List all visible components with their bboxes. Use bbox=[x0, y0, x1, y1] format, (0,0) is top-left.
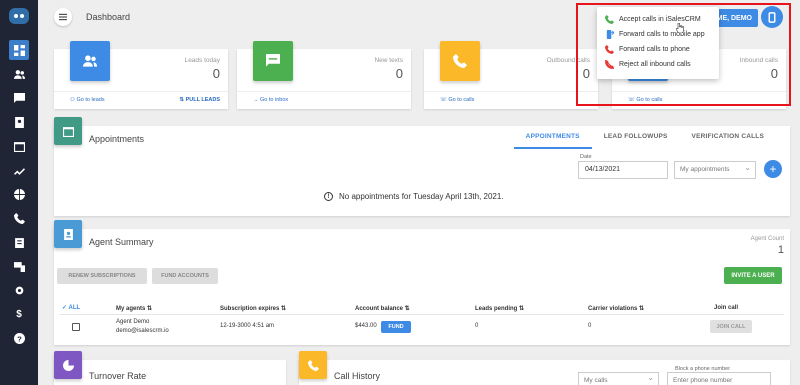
go-to-calls-label: Go to calls bbox=[448, 97, 475, 103]
agent-email: demo@isalescrm.io bbox=[116, 328, 169, 334]
tab-lead-followups[interactable]: LEAD FOLLOWUPS bbox=[592, 131, 680, 149]
column-header-label: Subscription expires bbox=[220, 306, 280, 312]
page-title: Dashboard bbox=[86, 12, 131, 22]
users-icon[interactable] bbox=[9, 64, 29, 84]
stat-label: New texts bbox=[374, 57, 403, 64]
agent-count-value: 1 bbox=[777, 244, 784, 256]
pull-leads-label: PULL LEADS bbox=[185, 97, 220, 103]
section-title: Agent Summary bbox=[89, 237, 154, 247]
column-header[interactable]: Subscription expires ⇅ bbox=[220, 305, 286, 312]
go-to-inbox-link[interactable]: → Go to inbox bbox=[253, 97, 288, 103]
stat-card-outbound: Outbound calls 0 ☏ Go to calls bbox=[424, 41, 598, 109]
go-to-leads-label: Go to leads bbox=[76, 97, 105, 103]
account-balance: $443.00 bbox=[355, 323, 377, 329]
agent-name: Agent Demo bbox=[116, 319, 150, 325]
call-filter-select[interactable]: My calls bbox=[578, 372, 659, 385]
appointment-tabs: APPOINTMENTS LEAD FOLLOWUPS VERIFICATION… bbox=[513, 131, 776, 149]
row-checkbox[interactable] bbox=[72, 323, 80, 331]
fund-button[interactable]: FUND bbox=[381, 321, 411, 333]
gear-icon[interactable] bbox=[9, 280, 29, 300]
contact-card-icon[interactable] bbox=[9, 112, 29, 132]
svg-text:?: ? bbox=[17, 334, 22, 343]
plus-icon: + bbox=[769, 162, 777, 176]
column-header-label: My agents bbox=[116, 306, 146, 312]
column-header: Join call bbox=[714, 305, 739, 311]
appointments-panel: Appointments APPOINTMENTS LEAD FOLLOWUPS… bbox=[54, 117, 790, 216]
agent-count-label: Agent Count bbox=[750, 236, 784, 242]
divider bbox=[54, 91, 228, 92]
stat-card-leads: Leads today 0 ⚇ Go to leads ⇅ PULL LEADS bbox=[54, 41, 228, 109]
stat-card-texts: New texts 0 → Go to inbox bbox=[237, 41, 411, 109]
select-all-label: ALL bbox=[68, 305, 81, 311]
carrier-violations: 0 bbox=[588, 323, 592, 329]
phone-icon[interactable] bbox=[9, 208, 29, 228]
menu-icon bbox=[59, 13, 67, 21]
stat-label: Leads today bbox=[184, 57, 220, 64]
stat-value: 0 bbox=[395, 66, 403, 81]
phone-icon bbox=[299, 351, 327, 379]
agent-card-icon bbox=[54, 220, 82, 248]
divider bbox=[60, 314, 784, 315]
chat-icon[interactable] bbox=[9, 88, 29, 108]
highlight-box bbox=[576, 3, 791, 106]
column-header[interactable]: Account balance ⇅ bbox=[355, 305, 410, 312]
section-title: Turnover Rate bbox=[89, 371, 147, 381]
empty-message: ! No appointments for Tuesday April 13th… bbox=[324, 192, 504, 201]
dollar-icon[interactable]: $ bbox=[9, 304, 29, 324]
info-icon: ! bbox=[324, 192, 333, 201]
column-header[interactable]: Leads pending ⇅ bbox=[475, 305, 524, 312]
dashboard-icon[interactable] bbox=[9, 40, 29, 60]
block-number-input[interactable] bbox=[667, 372, 771, 385]
column-header-label: Leads pending bbox=[475, 306, 518, 312]
phone-icon bbox=[440, 41, 480, 81]
devices-icon[interactable] bbox=[9, 256, 29, 276]
app-logo[interactable] bbox=[9, 8, 29, 24]
turnover-rate-panel: Turnover Rate bbox=[54, 351, 286, 385]
invite-user-button[interactable]: INVITE A USER bbox=[724, 267, 782, 284]
subscription-expires: 12-19-3000 4:51 am bbox=[220, 323, 275, 329]
stat-value: 0 bbox=[212, 66, 220, 81]
menu-button[interactable] bbox=[54, 8, 72, 26]
divider bbox=[237, 91, 411, 92]
pie-chart-icon bbox=[54, 351, 82, 379]
select-all-checkbox[interactable]: ✓ ALL bbox=[62, 304, 80, 311]
globe-icon[interactable] bbox=[9, 184, 29, 204]
pull-leads-link[interactable]: ⇅ PULL LEADS bbox=[179, 97, 220, 103]
help-icon[interactable]: ? bbox=[9, 328, 29, 348]
go-to-leads-link[interactable]: ⚇ Go to leads bbox=[70, 97, 105, 103]
section-title: Call History bbox=[334, 371, 381, 381]
column-header[interactable]: Carrier violations ⇅ bbox=[588, 305, 644, 312]
column-header-label: Carrier violations bbox=[588, 306, 638, 312]
section-title: Appointments bbox=[89, 134, 145, 144]
tab-verification-calls[interactable]: VERIFICATION CALLS bbox=[680, 131, 776, 149]
date-label: Date bbox=[580, 154, 592, 160]
date-field[interactable]: 04/13/2021 bbox=[578, 161, 668, 179]
message-icon bbox=[253, 41, 293, 81]
empty-message-text: No appointments for Tuesday April 13th, … bbox=[339, 192, 504, 201]
agent-summary-panel: Agent Summary Agent Count 1 RENEW SUBSCR… bbox=[54, 220, 790, 345]
go-to-inbox-label: Go to inbox bbox=[260, 97, 289, 103]
divider bbox=[424, 91, 598, 92]
clipboard-icon[interactable] bbox=[9, 232, 29, 252]
renew-subscriptions-button[interactable]: RENEW SUBSCRIPTIONS bbox=[57, 268, 147, 284]
calendar-icon bbox=[54, 117, 82, 145]
go-to-calls-link[interactable]: ☏ Go to calls bbox=[440, 97, 474, 103]
calendar-icon[interactable] bbox=[9, 136, 29, 156]
leads-pending: 0 bbox=[475, 323, 479, 329]
sidebar: $ ? bbox=[0, 0, 38, 385]
trend-icon[interactable] bbox=[9, 160, 29, 180]
call-history-panel: Call History My calls Block a phone numb… bbox=[299, 351, 790, 385]
users-icon bbox=[70, 41, 110, 81]
column-header-label: Account balance bbox=[355, 306, 404, 312]
tab-appointments[interactable]: APPOINTMENTS bbox=[513, 131, 592, 149]
appointment-filter-select[interactable]: My appointments bbox=[674, 161, 756, 179]
fund-accounts-button[interactable]: FUND ACCOUNTS bbox=[152, 268, 218, 284]
column-header[interactable]: My agents ⇅ bbox=[116, 305, 152, 312]
add-appointment-button[interactable]: + bbox=[764, 160, 782, 178]
join-call-button[interactable]: JOIN CALL bbox=[710, 320, 752, 333]
